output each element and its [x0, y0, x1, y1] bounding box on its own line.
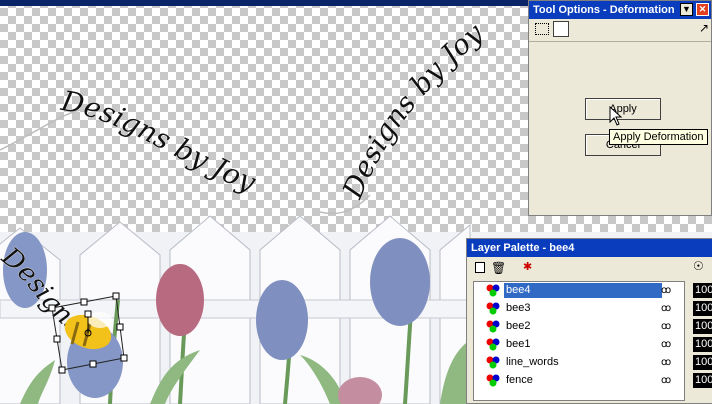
layer-name: bee3 — [506, 302, 531, 314]
layer-type-icon — [486, 356, 500, 369]
tool-options-title: Tool Options - Deformation — [533, 4, 675, 16]
designs-by-joy-text-1: Designs by Joy — [58, 84, 262, 199]
layer-name: line_words — [506, 356, 559, 368]
visibility-toggle-icon[interactable]: ꝏ — [661, 303, 671, 314]
layer-palette-window[interactable]: Layer Palette - bee4 🗑 ✱ ☉ bee4 ꝏ bee3 ꝏ… — [466, 238, 712, 404]
layer-row-fence[interactable]: fence ꝏ — [474, 372, 671, 389]
opacity-field[interactable]: 100 — [693, 355, 712, 370]
preview-icon[interactable] — [553, 21, 569, 37]
layer-row-bee3[interactable]: bee3 ꝏ — [474, 300, 671, 317]
designs-by-joy-text-2: Designs by Joy — [335, 16, 490, 204]
selection-grid-icon[interactable] — [535, 23, 549, 35]
layer-type-icon — [486, 320, 500, 333]
layer-name: bee1 — [506, 338, 531, 350]
opacity-field[interactable]: 100 — [693, 319, 712, 334]
layer-palette-toolbar: 🗑 ✱ ☉ — [467, 257, 711, 279]
dropdown-icon[interactable]: ▼ — [680, 3, 693, 16]
tool-options-toolbar: ↗ — [529, 19, 711, 42]
apply-button[interactable]: Apply — [585, 98, 661, 120]
layer-row-bee2[interactable]: bee2 ꝏ — [474, 318, 671, 335]
layer-type-icon — [486, 284, 500, 297]
layer-type-icon — [486, 374, 500, 387]
layer-name: bee2 — [506, 320, 531, 332]
layer-row-bee4[interactable]: bee4 ꝏ — [474, 282, 671, 299]
close-icon[interactable]: ✕ — [696, 3, 709, 16]
opacity-field[interactable]: 100 — [693, 373, 712, 388]
layer-properties-icon[interactable]: ✱ — [523, 260, 532, 273]
visibility-toggle-icon[interactable]: ꝏ — [661, 339, 671, 350]
layer-type-icon — [486, 338, 500, 351]
opacity-header-icon: ☉ — [693, 259, 704, 273]
layer-name: bee4 — [504, 283, 662, 298]
apply-tooltip: Apply Deformation — [609, 129, 708, 145]
delete-layer-icon[interactable]: 🗑 — [491, 261, 506, 275]
layer-row-line-words[interactable]: line_words ꝏ — [474, 354, 671, 371]
visibility-toggle-icon[interactable]: ꝏ — [661, 285, 671, 296]
layer-palette-titlebar[interactable]: Layer Palette - bee4 — [467, 239, 712, 257]
help-icon[interactable]: ↗ — [699, 21, 709, 35]
layer-row-bee1[interactable]: bee1 ꝏ — [474, 336, 671, 353]
layer-palette-title: Layer Palette - bee4 — [471, 242, 575, 254]
visibility-toggle-icon[interactable]: ꝏ — [661, 375, 671, 386]
mouse-cursor-icon — [609, 106, 623, 126]
visibility-toggle-icon[interactable]: ꝏ — [661, 321, 671, 332]
visibility-toggle-icon[interactable]: ꝏ — [661, 357, 671, 368]
new-layer-icon[interactable] — [475, 262, 485, 273]
opacity-field[interactable]: 100 — [693, 283, 712, 298]
layer-name: fence — [506, 374, 533, 386]
opacity-field[interactable]: 100 — [693, 337, 712, 352]
tool-options-window[interactable]: Tool Options - Deformation ▼ ✕ ↗ Apply C… — [528, 0, 712, 216]
opacity-field[interactable]: 100 — [693, 301, 712, 316]
tool-options-titlebar[interactable]: Tool Options - Deformation ▼ ✕ — [529, 1, 711, 19]
layer-type-icon — [486, 302, 500, 315]
layer-list[interactable]: bee4 ꝏ bee3 ꝏ bee2 ꝏ bee1 ꝏ line_words ꝏ… — [473, 281, 685, 401]
